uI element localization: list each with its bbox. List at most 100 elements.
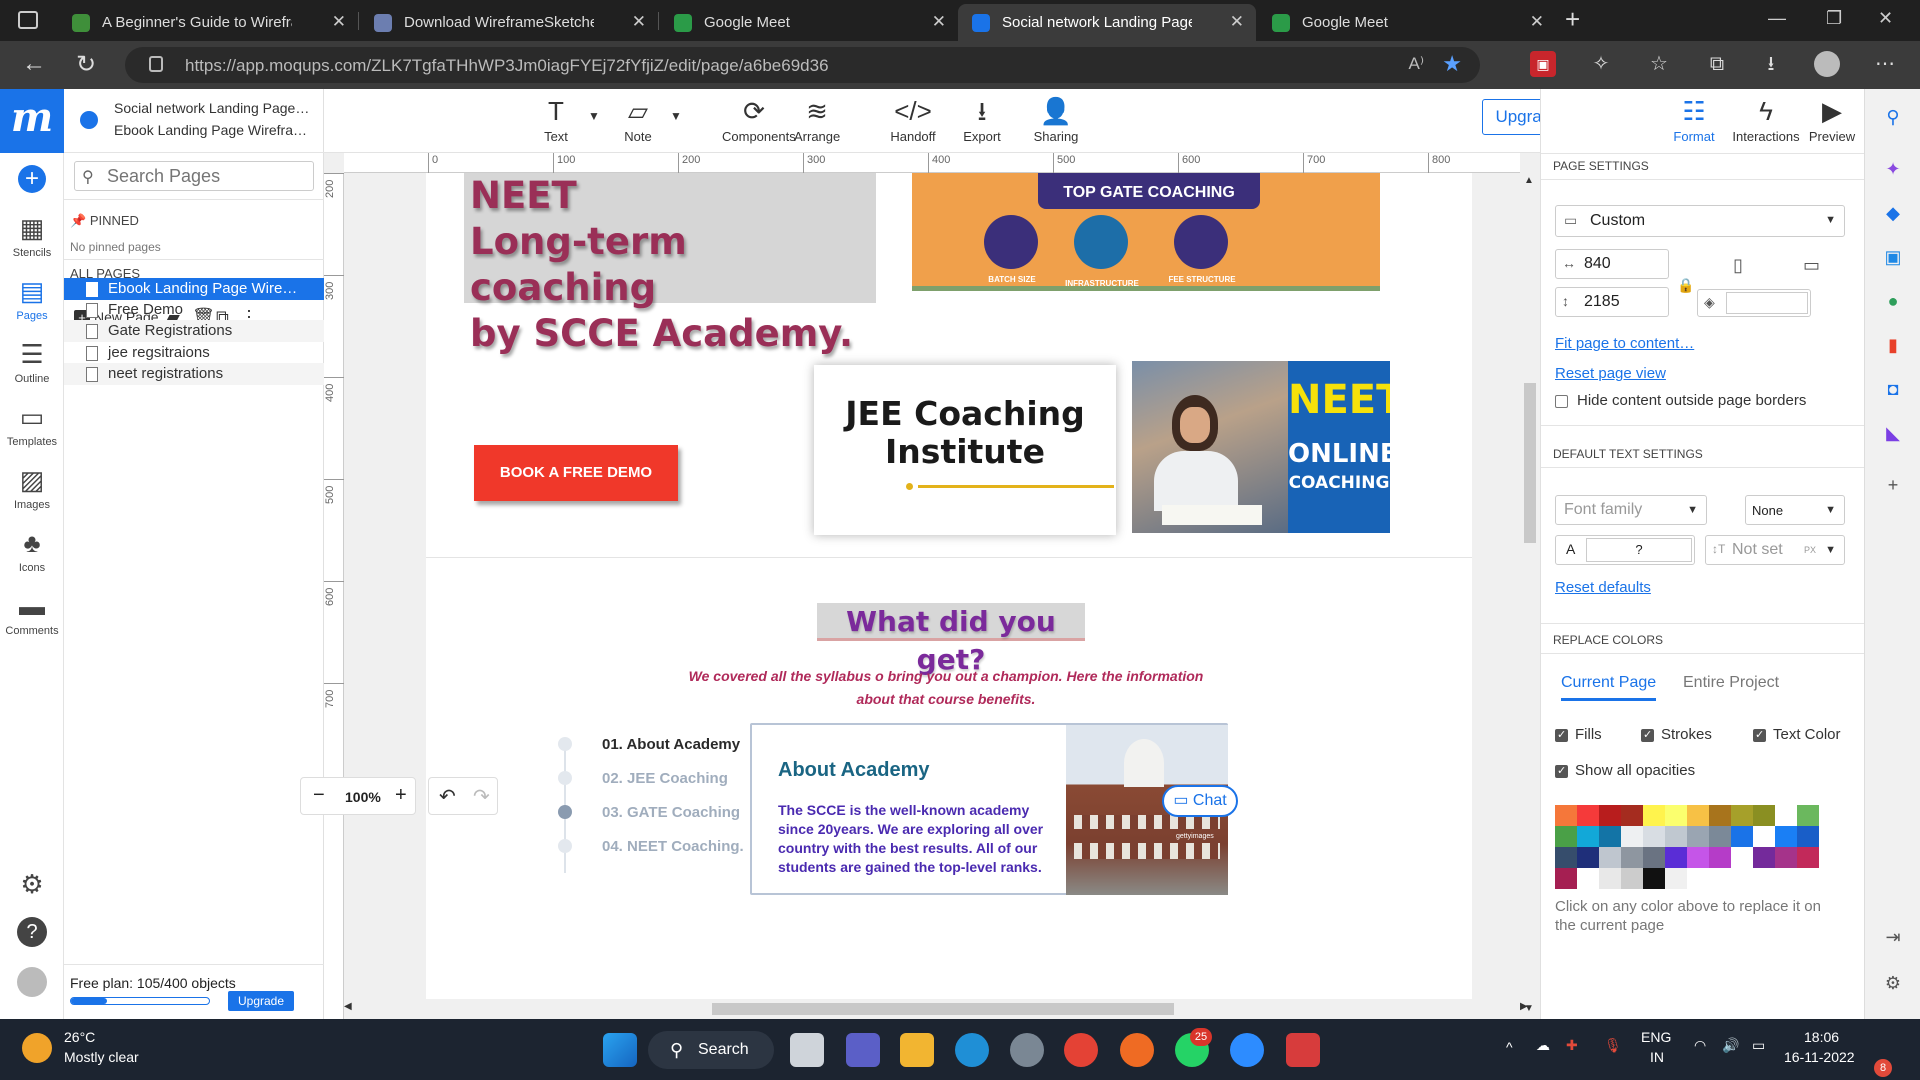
- font-style-select[interactable]: None ▼: [1745, 495, 1845, 525]
- color-swatch[interactable]: [1577, 847, 1599, 868]
- more-options-icon[interactable]: ⋯: [1872, 51, 1898, 77]
- chevron-down-icon[interactable]: ▼: [588, 109, 600, 123]
- color-swatch[interactable]: [1665, 805, 1687, 826]
- vertical-scrollbar[interactable]: ▲ ▼: [1520, 173, 1540, 1019]
- color-swatch[interactable]: [1775, 826, 1797, 847]
- page-size-select[interactable]: ▭ Custom ▼: [1555, 205, 1845, 237]
- color-swatch[interactable]: [1687, 826, 1709, 847]
- neet-heading-block[interactable]: NEET Long-term coaching by SCCE Academy.: [464, 173, 876, 355]
- snipping-tool-icon[interactable]: [1286, 1033, 1320, 1067]
- page-item[interactable]: jee regsitraions: [64, 342, 324, 364]
- url-bar[interactable]: https://app.moqups.com/ZLK7TgfaTHhWP3Jm0…: [125, 47, 1480, 83]
- what-did-you-get-heading[interactable]: What did you get?: [817, 603, 1085, 676]
- back-icon[interactable]: ←: [22, 50, 46, 78]
- task-view-icon[interactable]: [790, 1033, 824, 1067]
- benefits-subtitle[interactable]: We covered all the syllabus o bring you …: [686, 665, 1206, 711]
- page-item[interactable]: Gate Registrations: [64, 320, 324, 342]
- restore-icon[interactable]: ❐: [1826, 8, 1842, 29]
- browser-tab[interactable]: Download WireframeSketcher - … ✕: [360, 4, 658, 41]
- color-swatch[interactable]: [1731, 805, 1753, 826]
- horizontal-scrollbar[interactable]: ◀ ▶: [344, 999, 1528, 1019]
- file-explorer-icon[interactable]: [900, 1033, 934, 1067]
- browser-tab[interactable]: Google Meet ✕: [1258, 4, 1556, 41]
- color-swatch[interactable]: [1555, 868, 1577, 889]
- color-swatch[interactable]: [1731, 826, 1753, 847]
- chevron-up-icon[interactable]: ^: [1506, 1039, 1513, 1055]
- page-artboard[interactable]: NEET Long-term coaching by SCCE Academy.…: [426, 173, 1472, 999]
- text-tool[interactable]: T Text: [536, 95, 576, 144]
- taskbar-search[interactable]: ⚲ Search: [648, 1031, 774, 1069]
- color-swatch[interactable]: [1775, 847, 1797, 868]
- office-icon[interactable]: ▮: [1881, 333, 1905, 357]
- close-icon[interactable]: ✕: [332, 12, 346, 32]
- profile-avatar-icon[interactable]: [1814, 51, 1840, 77]
- color-swatch[interactable]: [1643, 805, 1665, 826]
- hide-outside-checkbox[interactable]: [1555, 395, 1568, 408]
- rail-icons[interactable]: ♣ Icons: [0, 528, 64, 574]
- font-family-select[interactable]: Font family ▼: [1555, 495, 1707, 525]
- book-free-demo-button[interactable]: BOOK A FREE DEMO: [474, 445, 678, 501]
- color-swatch[interactable]: [1687, 805, 1709, 826]
- teams-icon[interactable]: [846, 1033, 880, 1067]
- color-swatch[interactable]: [1665, 826, 1687, 847]
- upgrade-button[interactable]: Upgrade: [228, 991, 294, 1011]
- color-swatch[interactable]: [1753, 805, 1775, 826]
- page-item[interactable]: Ebook Landing Page Wire…: [64, 278, 324, 300]
- gate-coaching-banner[interactable]: TOP GATE COACHING BATCH SIZE INFRASTRUCT…: [912, 173, 1380, 291]
- color-swatch[interactable]: [1665, 868, 1687, 889]
- font-size-field[interactable]: A ?: [1555, 535, 1695, 565]
- minimize-icon[interactable]: —: [1768, 8, 1786, 29]
- moqups-logo[interactable]: m: [0, 89, 64, 153]
- zoom-level[interactable]: 100%: [345, 789, 381, 805]
- tab-current-page[interactable]: Current Page: [1561, 674, 1657, 701]
- games-icon[interactable]: ●: [1881, 289, 1905, 313]
- page-item[interactable]: Free Demo: [64, 299, 324, 321]
- color-swatch[interactable]: [1665, 847, 1687, 868]
- start-icon[interactable]: [603, 1033, 637, 1067]
- user-avatar[interactable]: [0, 967, 64, 1001]
- scroll-right-icon[interactable]: ▶: [1520, 1001, 1528, 1012]
- scroll-thumb[interactable]: [712, 1003, 1174, 1015]
- step-item[interactable]: 01. About Academy: [602, 736, 740, 753]
- fills-checkbox[interactable]: [1555, 728, 1568, 742]
- microphone-icon[interactable]: 🎙: [1604, 1037, 1622, 1054]
- firefox-icon[interactable]: [1120, 1033, 1154, 1067]
- clock-date[interactable]: 16-11-2022: [1784, 1049, 1855, 1065]
- color-swatch[interactable]: [1687, 847, 1709, 868]
- battery-icon[interactable]: ▭: [1752, 1037, 1765, 1054]
- downloads-icon[interactable]: ⭳: [1758, 51, 1784, 77]
- color-swatch[interactable]: [1555, 826, 1577, 847]
- color-swatch[interactable]: [1599, 868, 1621, 889]
- strokes-checkbox[interactable]: [1641, 728, 1654, 742]
- page-width-field[interactable]: ↔ 840: [1555, 249, 1669, 279]
- design-canvas[interactable]: 0 100 200 300 400 500 600 700 800 200 30…: [324, 153, 1540, 1019]
- show-opacities-checkbox[interactable]: [1555, 764, 1568, 778]
- portrait-button[interactable]: ▯: [1697, 249, 1787, 283]
- note-tool[interactable]: ▱ Note: [618, 95, 658, 144]
- collections-icon[interactable]: ⧉: [1704, 51, 1730, 77]
- color-swatch[interactable]: [1797, 805, 1819, 826]
- add-icon[interactable]: +: [18, 165, 46, 193]
- help-button[interactable]: ?: [0, 917, 64, 951]
- color-swatch[interactable]: [1599, 847, 1621, 868]
- close-icon[interactable]: ✕: [1230, 12, 1244, 32]
- page-height-field[interactable]: ↕ 2185: [1555, 287, 1669, 317]
- copilot-icon[interactable]: ✦: [1881, 157, 1905, 181]
- volume-icon[interactable]: 🔊: [1722, 1037, 1739, 1054]
- scroll-left-icon[interactable]: ◀: [344, 1001, 352, 1012]
- color-swatch[interactable]: [1753, 847, 1775, 868]
- favorite-star-icon[interactable]: ★: [1442, 51, 1462, 77]
- rail-images[interactable]: ▨ Images: [0, 465, 64, 511]
- browser-tab[interactable]: A Beginner's Guide to Wirefram… ✕: [58, 4, 358, 41]
- edge-icon[interactable]: [955, 1033, 989, 1067]
- color-swatch[interactable]: [1621, 868, 1643, 889]
- color-swatch[interactable]: [1797, 847, 1819, 868]
- sharing-tool[interactable]: 👤 Sharing: [1032, 95, 1080, 144]
- url-text[interactable]: https://app.moqups.com/ZLK7TgfaTHhWP3Jm0…: [185, 56, 829, 76]
- color-swatch[interactable]: [1643, 826, 1665, 847]
- designer-icon[interactable]: ◣: [1881, 421, 1905, 445]
- rail-outline[interactable]: ☰ Outline: [0, 339, 64, 385]
- gear-icon[interactable]: ⚙: [1881, 971, 1905, 995]
- settings-button[interactable]: ⚙: [0, 869, 64, 903]
- color-swatch[interactable]: [1709, 847, 1731, 868]
